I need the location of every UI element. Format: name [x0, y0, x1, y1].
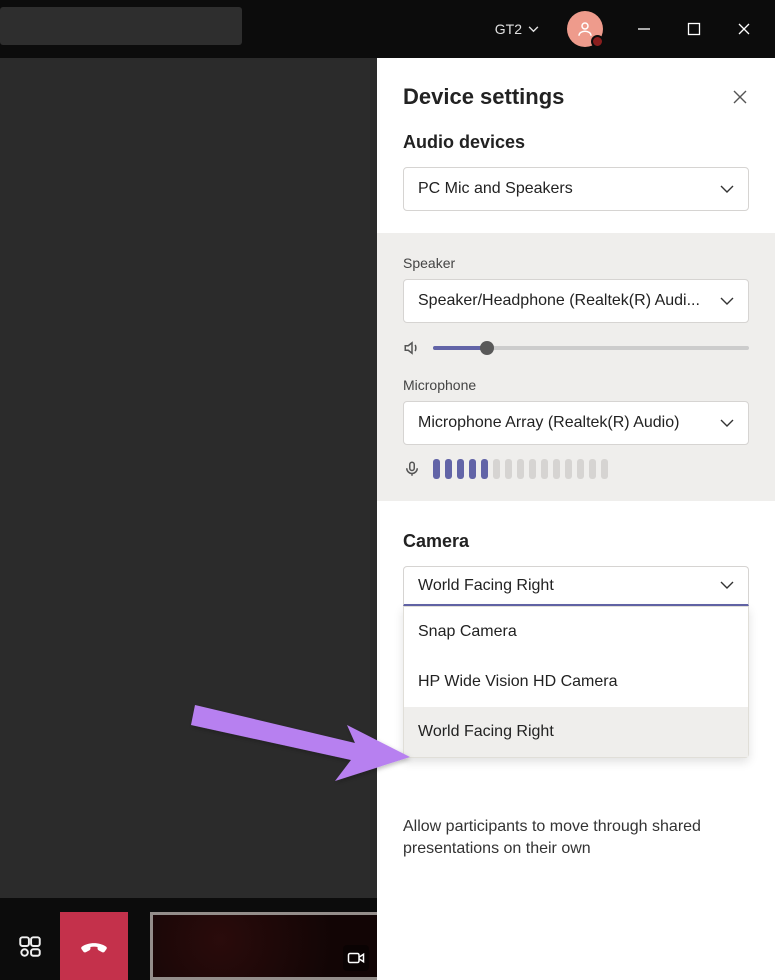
- chevron-down-icon: [720, 419, 734, 428]
- meeting-bar: [0, 898, 377, 980]
- chevron-down-icon: [528, 26, 539, 33]
- microphone-label: Microphone: [403, 377, 749, 393]
- camera-dropdown-wrap: World Facing Right Snap CameraHP Wide Vi…: [403, 566, 749, 606]
- speaker-selected: Speaker/Headphone (Realtek(R) Audi...: [418, 292, 700, 310]
- minimize-icon: [637, 22, 651, 36]
- volume-thumb[interactable]: [480, 341, 494, 355]
- titlebar: GT2: [0, 0, 775, 58]
- speaker-volume-row: [403, 339, 749, 357]
- camera-label: Camera: [403, 531, 749, 552]
- minimize-button[interactable]: [621, 6, 667, 52]
- presence-dot: [591, 35, 604, 48]
- maximize-icon: [687, 22, 701, 36]
- search-input[interactable]: [0, 7, 242, 45]
- mic-level-bar: [577, 459, 584, 479]
- sharing-helper-text: Allow participants to move through share…: [403, 816, 749, 861]
- camera-icon: [347, 951, 365, 965]
- microphone-selected: Microphone Array (Realtek(R) Audio): [418, 414, 679, 432]
- audio-device-dropdown[interactable]: PC Mic and Speakers: [403, 167, 749, 211]
- device-settings-panel: Device settings Audio devices PC Mic and…: [377, 58, 775, 980]
- speaker-dropdown[interactable]: Speaker/Headphone (Realtek(R) Audi...: [403, 279, 749, 323]
- camera-selected-value: World Facing Right: [418, 577, 554, 595]
- person-icon: [576, 20, 594, 38]
- mic-level-bar: [589, 459, 596, 479]
- chevron-down-icon: [720, 581, 734, 590]
- volume-icon: [403, 339, 421, 357]
- close-icon: [737, 22, 751, 36]
- close-panel-button[interactable]: [731, 88, 749, 106]
- close-icon: [731, 88, 749, 106]
- speaker-section: Speaker Speaker/Headphone (Realtek(R) Au…: [377, 233, 775, 367]
- panel-title: Device settings: [403, 84, 564, 110]
- microphone-icon: [403, 460, 421, 478]
- volume-slider[interactable]: [433, 346, 749, 350]
- org-switcher[interactable]: GT2: [485, 17, 549, 41]
- mic-level-bar: [553, 459, 560, 479]
- mic-level-bar: [433, 459, 440, 479]
- speaker-label: Speaker: [403, 255, 749, 271]
- mic-level-bar: [469, 459, 476, 479]
- avatar[interactable]: [567, 11, 603, 47]
- chevron-down-icon: [720, 185, 734, 194]
- mic-level-bar: [517, 459, 524, 479]
- camera-options-menu: Snap CameraHP Wide Vision HD CameraWorld…: [403, 606, 749, 758]
- mic-level-bar: [541, 459, 548, 479]
- audio-device-selected: PC Mic and Speakers: [418, 180, 573, 198]
- camera-toggle-chip[interactable]: [343, 945, 369, 971]
- camera-option[interactable]: HP Wide Vision HD Camera: [404, 657, 748, 707]
- mic-level-meter: [433, 459, 608, 479]
- maximize-button[interactable]: [671, 6, 717, 52]
- camera-section: Camera World Facing Right Snap CameraHP …: [377, 501, 775, 980]
- mic-level-row: [403, 459, 749, 479]
- mic-level-bar: [565, 459, 572, 479]
- hangup-icon: [77, 929, 111, 963]
- chevron-down-icon: [720, 297, 734, 306]
- audio-devices-label: Audio devices: [403, 132, 749, 153]
- panel-header: Device settings: [377, 58, 775, 132]
- camera-dropdown[interactable]: World Facing Right: [403, 566, 749, 606]
- camera-option[interactable]: World Facing Right: [404, 707, 748, 757]
- close-window-button[interactable]: [721, 6, 767, 52]
- mic-level-bar: [601, 459, 608, 479]
- camera-preview: [150, 912, 377, 980]
- mic-level-bar: [505, 459, 512, 479]
- volume-fill: [433, 346, 487, 350]
- mic-level-bar: [481, 459, 488, 479]
- hangup-button[interactable]: [60, 912, 128, 980]
- people-icon: [17, 933, 43, 959]
- camera-option[interactable]: Snap Camera: [404, 607, 748, 657]
- microphone-section: Microphone Microphone Array (Realtek(R) …: [377, 367, 775, 501]
- mic-level-bar: [493, 459, 500, 479]
- people-button[interactable]: [0, 912, 60, 980]
- mic-level-bar: [529, 459, 536, 479]
- microphone-dropdown[interactable]: Microphone Array (Realtek(R) Audio): [403, 401, 749, 445]
- mic-level-bar: [457, 459, 464, 479]
- audio-section: Audio devices PC Mic and Speakers: [377, 132, 775, 233]
- mic-level-bar: [445, 459, 452, 479]
- org-label: GT2: [495, 21, 522, 37]
